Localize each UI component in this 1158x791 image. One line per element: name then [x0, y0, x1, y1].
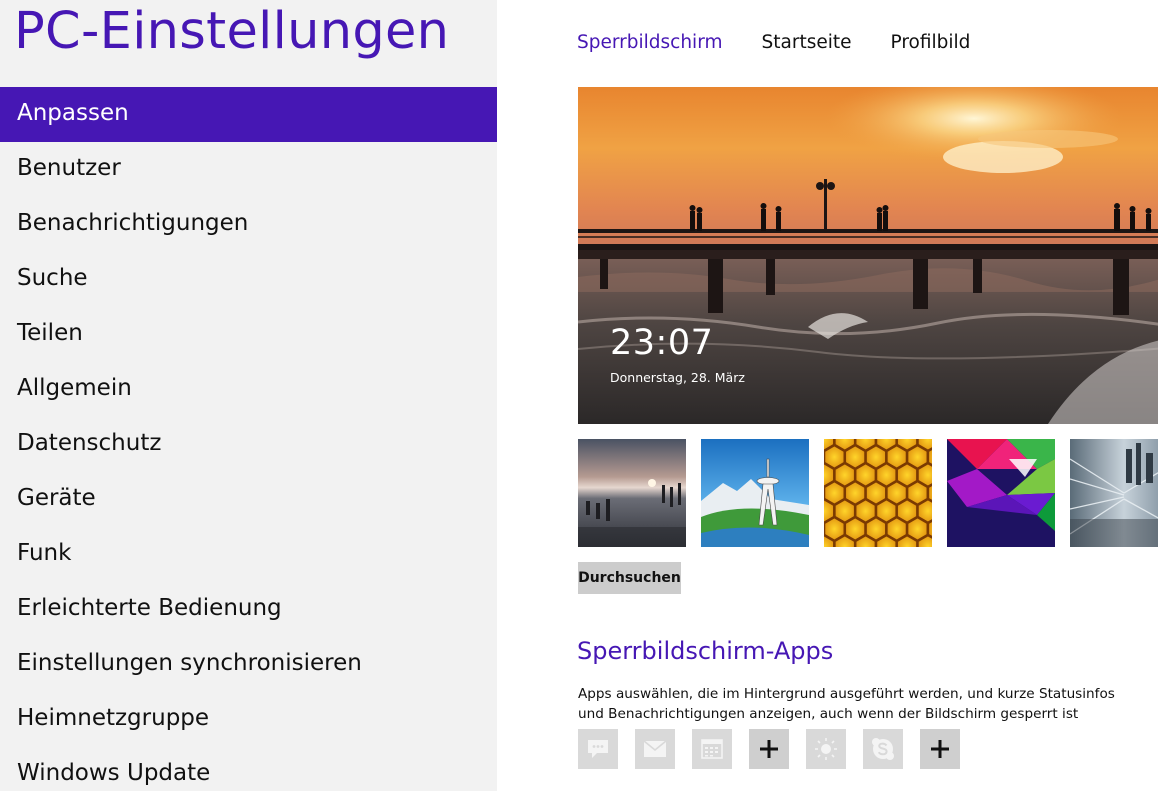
light-tunnel-image: [1070, 439, 1158, 547]
sidebar-item-geraete[interactable]: Geräte: [0, 472, 497, 527]
sidebar-item-heimnetzgruppe[interactable]: Heimnetzgruppe: [0, 692, 497, 747]
lock-screen-time: 23:07: [610, 323, 714, 363]
thumbnail-color-triangles[interactable]: [947, 439, 1055, 547]
lock-screen-date: Donnerstag, 28. März: [610, 370, 745, 385]
thumbnail-space-needle[interactable]: [701, 439, 809, 547]
sidebar-item-datenschutz[interactable]: Datenschutz: [0, 417, 497, 472]
sidebar-item-funk[interactable]: Funk: [0, 527, 497, 582]
app-slot-skype[interactable]: [863, 729, 903, 769]
settings-sidebar: PC-Einstellungen Anpassen Benutzer Benac…: [0, 0, 497, 791]
main-content: Sperrbildschirm Startseite Profilbild 23…: [497, 0, 1158, 791]
tab-bar: Sperrbildschirm Startseite Profilbild: [577, 32, 970, 53]
app-slot-mail[interactable]: [635, 729, 675, 769]
space-needle-image: [701, 439, 809, 547]
sidebar-item-benachrichtigungen[interactable]: Benachrichtigungen: [0, 197, 497, 252]
lock-screen-preview: 23:07 Donnerstag, 28. März: [578, 87, 1158, 424]
messaging-icon: [588, 740, 608, 758]
plus-icon: [760, 740, 778, 758]
thumbnail-honeycomb[interactable]: [824, 439, 932, 547]
add-app-button-2[interactable]: [920, 729, 960, 769]
thumbnail-sunset-sea[interactable]: [578, 439, 686, 547]
sidebar-item-benutzer[interactable]: Benutzer: [0, 142, 497, 197]
honeycomb-image: [824, 439, 932, 547]
thumbnail-light-tunnel[interactable]: [1070, 439, 1158, 547]
sidebar-item-erleichterte-bedienung[interactable]: Erleichterte Bedienung: [0, 582, 497, 637]
tab-profilbild[interactable]: Profilbild: [891, 32, 971, 53]
sidebar-item-anpassen[interactable]: Anpassen: [0, 87, 497, 142]
browse-button[interactable]: Durchsuchen: [578, 562, 681, 594]
app-slot-messaging[interactable]: [578, 729, 618, 769]
sidebar-item-teilen[interactable]: Teilen: [0, 307, 497, 362]
app-title: PC-Einstellungen: [14, 2, 450, 61]
lock-screen-apps-description: Apps auswählen, die im Hintergrund ausge…: [578, 686, 1115, 722]
sidebar-item-allgemein[interactable]: Allgemein: [0, 362, 497, 417]
plus-icon: [931, 740, 949, 758]
sidebar-item-einstellungen-synchronisieren[interactable]: Einstellungen synchronisieren: [0, 637, 497, 692]
app-slot-weather[interactable]: [806, 729, 846, 769]
skype-icon: [872, 738, 894, 760]
calendar-icon: [701, 739, 723, 759]
color-triangles-image: [947, 439, 1055, 547]
tab-startseite[interactable]: Startseite: [762, 32, 852, 53]
tab-sperrbildschirm[interactable]: Sperrbildschirm: [577, 32, 723, 53]
app-slot-calendar[interactable]: [692, 729, 732, 769]
sunset-sea-image: [578, 439, 686, 547]
background-thumbnails: [578, 439, 1158, 547]
weather-sun-icon: [815, 738, 837, 760]
settings-nav: Anpassen Benutzer Benachrichtigungen Suc…: [0, 87, 497, 791]
lock-screen-apps-heading: Sperrbildschirm-Apps: [577, 637, 834, 665]
sidebar-item-windows-update[interactable]: Windows Update: [0, 747, 497, 791]
add-app-button[interactable]: [749, 729, 789, 769]
sidebar-item-suche[interactable]: Suche: [0, 252, 497, 307]
mail-icon: [643, 740, 667, 757]
